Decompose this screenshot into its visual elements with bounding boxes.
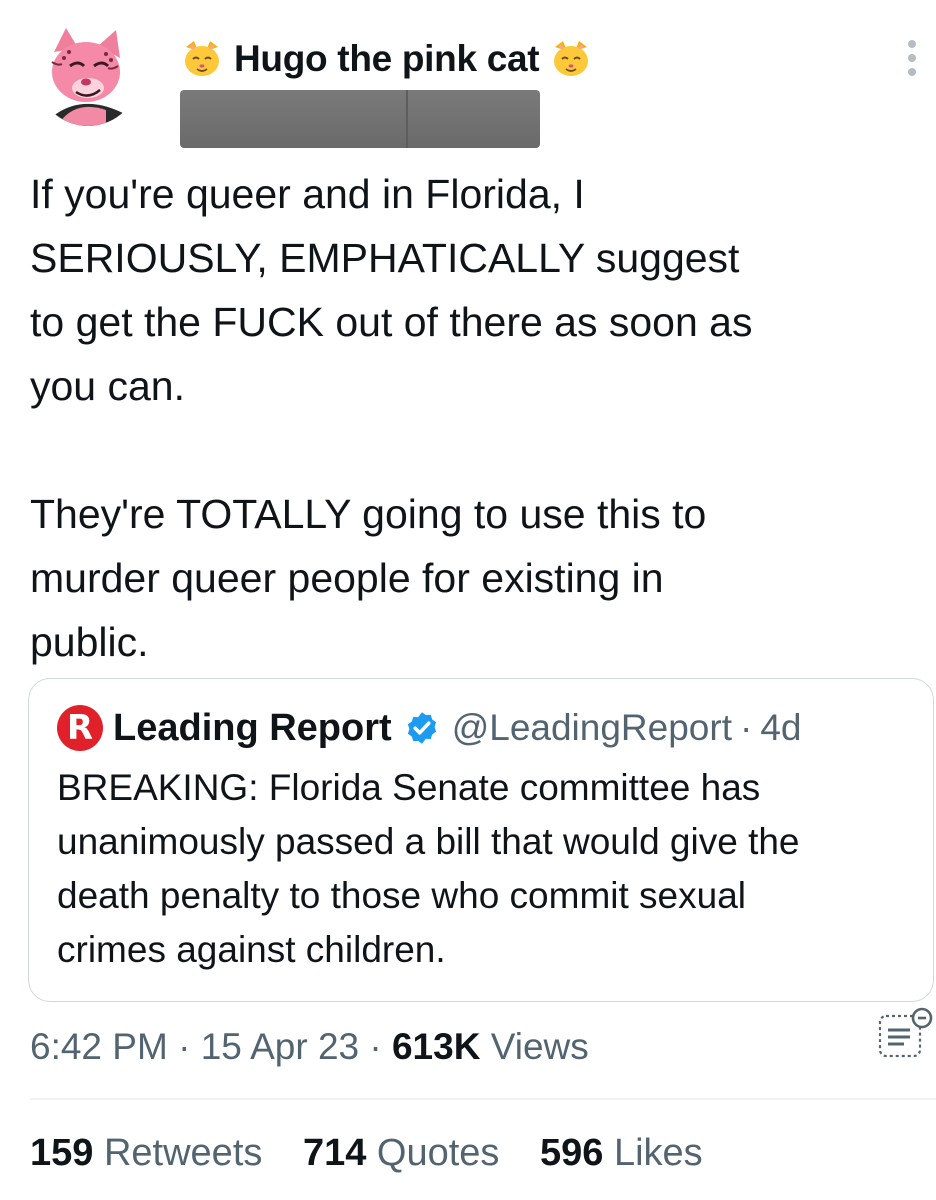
quoted-tweet-header: R Leading Report @LeadingReport · 4d xyxy=(57,705,801,751)
quotes-count: 714 xyxy=(302,1132,367,1174)
quotes-stat[interactable]: 714 Quotes xyxy=(303,1126,500,1180)
meta-separator: · xyxy=(167,1026,201,1067)
likes-label: Likes xyxy=(613,1132,703,1174)
cat-face-emoji-icon xyxy=(549,37,593,81)
tweet-date[interactable]: 15 Apr 23 xyxy=(201,1026,359,1067)
quotes-label: Quotes xyxy=(376,1132,500,1174)
divider xyxy=(30,1098,936,1100)
quoted-separator: · xyxy=(740,707,753,748)
author-handle-redacted xyxy=(180,90,540,148)
engagement-stats: 159 Retweets 714 Quotes 596 Likes xyxy=(30,1126,733,1180)
retweets-label: Retweets xyxy=(103,1132,263,1174)
author-display-name: Hugo the pink cat xyxy=(234,38,540,79)
retweets-stat[interactable]: 159 Retweets xyxy=(30,1126,262,1180)
tweet-meta: 6:42 PM · 15 Apr 23 · 613K Views xyxy=(30,1020,589,1074)
cat-face-emoji-icon xyxy=(180,37,224,81)
likes-stat[interactable]: 596 Likes xyxy=(540,1126,703,1180)
quoted-author-handle: @LeadingReport xyxy=(451,707,732,748)
more-options-icon[interactable] xyxy=(906,40,918,76)
author-name-row[interactable]: Hugo the pink cat xyxy=(180,34,593,84)
analytics-icon[interactable] xyxy=(874,1004,934,1064)
tweet-time[interactable]: 6:42 PM xyxy=(30,1026,168,1067)
author-avatar[interactable] xyxy=(36,22,140,126)
quoted-tweet-text: BREAKING: Florida Senate committee has u… xyxy=(57,767,800,970)
retweets-count: 159 xyxy=(30,1132,94,1174)
quoted-tweet-card[interactable]: R Leading Report @LeadingReport · 4d BRE… xyxy=(28,678,934,1002)
tweet-text: If you're queer and in Florida, I SERIOU… xyxy=(30,171,753,665)
quoted-author-avatar: R xyxy=(57,705,103,751)
views-label: Views xyxy=(480,1026,589,1067)
quoted-author-name: Leading Report xyxy=(113,706,392,749)
pink-cat-avatar-image xyxy=(36,22,140,126)
views-count: 613K xyxy=(391,1026,481,1067)
verified-badge-icon xyxy=(404,710,440,746)
quoted-tweet-age: 4d xyxy=(760,707,802,748)
likes-count: 596 xyxy=(540,1132,604,1174)
meta-separator: · xyxy=(359,1026,392,1067)
